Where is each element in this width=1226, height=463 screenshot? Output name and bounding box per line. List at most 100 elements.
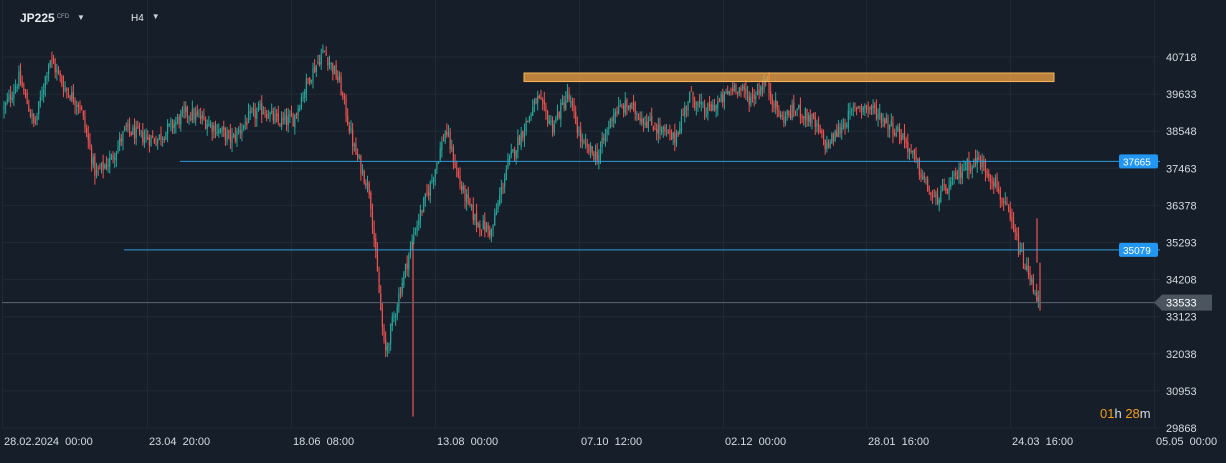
candle-body xyxy=(920,173,922,179)
candle-body xyxy=(175,121,177,126)
candle-body xyxy=(989,178,992,181)
candle-body xyxy=(846,125,848,127)
candle-body xyxy=(712,104,714,110)
candle-body xyxy=(464,186,466,202)
candle-body xyxy=(971,166,973,170)
candle-body xyxy=(665,129,668,131)
candle-body xyxy=(310,79,312,82)
candle-body xyxy=(730,89,732,91)
resistance-zone[interactable] xyxy=(523,72,1055,83)
candle-body xyxy=(267,117,269,119)
candle-body xyxy=(867,108,869,110)
candle-body xyxy=(755,95,757,99)
candle-body xyxy=(1034,292,1036,294)
candle-body xyxy=(97,168,99,170)
candle-body xyxy=(512,149,514,153)
candle-body xyxy=(646,121,648,128)
candle-body xyxy=(837,126,840,137)
candle-body xyxy=(249,110,251,114)
candle-body xyxy=(221,127,223,132)
candle-body xyxy=(41,95,43,97)
candle-body xyxy=(200,116,202,120)
candle-body xyxy=(59,73,61,77)
candle-body xyxy=(495,211,497,216)
time-axis[interactable]: 28.02.2024 00:00 23.04 20:00 18.06 08:00 13… xyxy=(4,436,1217,448)
candle-body xyxy=(817,123,820,132)
price-chart[interactable]: 37665 35079 33533 40718 39633 38548 37463 3637… xyxy=(0,0,1226,458)
candle-body xyxy=(358,156,360,159)
candle-body xyxy=(588,144,590,153)
candle-body xyxy=(297,108,299,116)
candle-body xyxy=(466,193,468,203)
candle-body xyxy=(999,191,1001,200)
symbol-selector[interactable]: JP225 CFD ▼ xyxy=(20,11,85,25)
candle-body xyxy=(994,178,996,187)
candle-body xyxy=(832,133,835,141)
candle-body xyxy=(520,132,522,147)
candle-body xyxy=(137,126,139,128)
candle-body xyxy=(196,111,198,115)
candle-body xyxy=(735,85,737,92)
candle-body xyxy=(606,129,608,135)
candle-body xyxy=(900,135,902,141)
candle-body xyxy=(576,123,578,133)
candle-body xyxy=(905,139,907,143)
candle-body xyxy=(284,114,286,121)
candle-body xyxy=(715,105,717,110)
candle-body xyxy=(515,150,517,159)
candle-body xyxy=(636,113,638,115)
candle-body xyxy=(869,107,871,109)
candle-body xyxy=(956,175,958,180)
candle-body xyxy=(938,199,940,206)
candle-body xyxy=(119,137,121,146)
candle-body xyxy=(819,131,821,133)
candle-body xyxy=(494,214,496,226)
candle-body xyxy=(13,92,15,99)
candle-body xyxy=(723,91,726,102)
candle-body xyxy=(393,315,395,318)
candle-body xyxy=(568,93,570,101)
candle-body xyxy=(849,110,851,113)
candle-body xyxy=(770,91,772,97)
candle-body xyxy=(898,128,901,137)
x-tick-label: 07.10 12:00 xyxy=(581,436,642,448)
candle-body xyxy=(821,130,823,134)
candle-body xyxy=(429,182,431,196)
candle-body xyxy=(170,120,172,123)
candle-body xyxy=(181,109,184,114)
candle-body xyxy=(302,96,304,98)
timeframe-selector[interactable]: H4 ▼ xyxy=(131,12,160,24)
candle-body xyxy=(910,150,912,152)
candle-body xyxy=(147,136,149,140)
candle-body xyxy=(988,173,990,179)
candle-body xyxy=(404,263,407,273)
candle-body xyxy=(436,162,438,170)
candle-body xyxy=(479,224,481,231)
candle-body xyxy=(295,113,298,115)
candle-body xyxy=(391,317,393,326)
candle-body xyxy=(874,104,876,108)
candle-body xyxy=(191,109,193,121)
candle-body xyxy=(621,105,623,107)
candle-body xyxy=(162,138,164,140)
candle-body xyxy=(1011,217,1013,222)
candle-body xyxy=(857,107,859,109)
candle-body xyxy=(565,100,567,110)
candle-body xyxy=(82,111,84,116)
candle-body xyxy=(74,100,76,106)
chart-area[interactable]: 37665 35079 33533 40718 39633 38548 37463 3637… xyxy=(0,0,1226,458)
candle-body xyxy=(973,159,975,168)
candle-body xyxy=(110,154,113,160)
candle-body xyxy=(345,97,347,117)
candle-body xyxy=(950,180,952,187)
candle-body xyxy=(750,97,752,105)
candle-body xyxy=(28,105,30,112)
candle-body xyxy=(652,126,654,131)
candle-body xyxy=(6,99,8,102)
candle-body xyxy=(732,88,734,91)
price-axis[interactable]: 40718 39633 38548 37463 36378 35293 34208 33123… xyxy=(1166,52,1197,435)
candle-body xyxy=(219,130,222,132)
candle-body xyxy=(608,127,610,129)
candle-body xyxy=(783,117,785,123)
candle-body xyxy=(398,293,400,307)
